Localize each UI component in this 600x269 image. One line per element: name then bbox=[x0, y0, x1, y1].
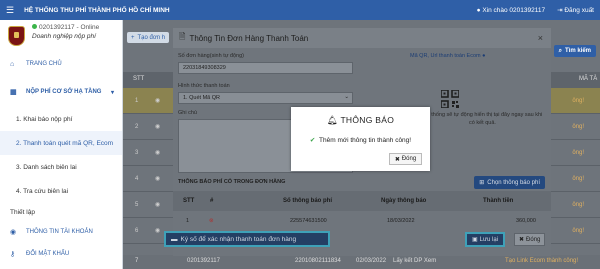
sidebar-item-qr-payment[interactable]: 2. Thanh toán quét mã QR, Ecom bbox=[0, 131, 122, 155]
column-header: Ngày thông báo bbox=[381, 198, 427, 204]
logout-label: Đăng xuất bbox=[564, 7, 594, 14]
section-settings: Thiết lập bbox=[10, 208, 35, 216]
eye-icon[interactable]: ◉ bbox=[155, 227, 160, 234]
table-row: 1 ⊗ 225574631500 18/03/2022 360,000 bbox=[186, 218, 536, 224]
sidebar-item-label: 4. Tra cứu biên lai bbox=[16, 187, 69, 195]
notification-dialog: 🔔︎ THÔNG BÁO ✔ Thêm mới thông tin thành … bbox=[291, 107, 430, 171]
choose-fee-button[interactable]: ⊞ Chọn thông báo phí bbox=[474, 176, 545, 189]
close-icon[interactable]: × bbox=[538, 33, 543, 43]
qr-code-icon bbox=[441, 90, 459, 108]
sidebar-item-change-password[interactable]: ⚷ ĐỔI MẬT KHẨU bbox=[0, 243, 122, 265]
sidebar-item-label: THÔNG TIN TÀI KHOẢN bbox=[26, 229, 93, 235]
column-header: # bbox=[210, 198, 214, 204]
column-header: Số thông báo phí bbox=[283, 198, 332, 204]
app-title: HỆ THỐNG THU PHÍ THÀNH PHỐ HỒ CHÍ MINH bbox=[24, 6, 170, 14]
order-no-field: 22031849308329 bbox=[178, 62, 353, 74]
dialog-close-button[interactable]: ✖ Đóng bbox=[389, 153, 422, 165]
sidebar-item-label: NỘP PHÍ CƠ SỞ HẠ TẦNG bbox=[26, 89, 102, 95]
sidebar: 0201392117 - Online Doanh nghiệp nộp phí… bbox=[0, 20, 123, 269]
save-button[interactable]: ▣ Lưu lại bbox=[465, 232, 506, 247]
column-header: STT bbox=[183, 198, 195, 204]
check-icon: ✔ bbox=[309, 137, 316, 144]
bell-icon: 🔔︎ bbox=[326, 115, 338, 125]
qr-url-link[interactable]: Mã QR, Url thanh toán Ecom ● bbox=[410, 53, 485, 59]
sidebar-item-home[interactable]: ⌂ TRANG CHỦ bbox=[0, 53, 122, 75]
user-id: 0201392117 - Online bbox=[39, 24, 100, 31]
delete-icon[interactable]: ⊗ bbox=[209, 218, 214, 224]
sign-confirm-button[interactable]: ▬ Ký số để xác nhận thanh toán đơn hàng bbox=[164, 231, 330, 247]
sidebar-item-label: 2. Thanh toán quét mã QR, Ecom bbox=[16, 139, 114, 147]
menu-icon[interactable]: ☰ bbox=[6, 5, 14, 16]
modal-header: 🗎 Thông Tin Đơn Hàng Thanh Toán bbox=[173, 28, 551, 48]
sidebar-item-label: 1. Khai báo nộp phí bbox=[16, 115, 73, 123]
sidebar-group-infrastructure-fee[interactable]: ▦ NỘP PHÍ CƠ SỞ HẠ TẦNG ▾ bbox=[0, 81, 122, 103]
sidebar-item-label: 3. Danh sách biên lai bbox=[16, 163, 77, 171]
sidebar-item-declare-fee[interactable]: 1. Khai báo nộp phí bbox=[0, 107, 122, 131]
key-icon: ⚷ bbox=[10, 251, 16, 258]
payment-method-select[interactable]: 1. Quét Mã QR ⌄ bbox=[178, 92, 353, 104]
card-icon: ▬ bbox=[171, 235, 178, 243]
chevron-down-icon: ▾ bbox=[110, 89, 114, 96]
close-button[interactable]: ✖ Đóng bbox=[514, 233, 546, 246]
eye-icon[interactable]: ◉ bbox=[155, 123, 160, 130]
close-icon: ✖ bbox=[394, 156, 400, 163]
column-header: MÃ TÀ bbox=[579, 76, 598, 82]
bank-icon: ▦ bbox=[10, 89, 17, 96]
chevron-down-icon: ⌄ bbox=[344, 94, 349, 100]
sidebar-item-receipt-list[interactable]: 3. Danh sách biên lai bbox=[0, 155, 122, 179]
sidebar-item-label: TRANG CHỦ bbox=[26, 61, 62, 67]
search-button[interactable]: ⌕ Tìm kiếm bbox=[553, 45, 596, 57]
sidebar-item-account[interactable]: ◉ THÔNG TIN TÀI KHOẢN bbox=[0, 221, 122, 243]
home-icon: ⌂ bbox=[10, 60, 15, 68]
logout-icon: ⇥ bbox=[557, 7, 563, 14]
user-org: Doanh nghiệp nộp phí bbox=[32, 33, 96, 40]
user-box: 0201392117 - Online Doanh nghiệp nộp phí bbox=[0, 20, 122, 50]
save-icon: ▣ bbox=[472, 237, 478, 243]
greeting-text: Xin chào 0201392117 bbox=[482, 6, 546, 14]
close-icon: ✖ bbox=[519, 237, 525, 243]
emblem-logo bbox=[8, 26, 25, 46]
top-bar: ☰ HỆ THỐNG THU PHÍ THÀNH PHỐ HỒ CHÍ MINH… bbox=[0, 0, 600, 20]
logout-link[interactable]: ⇥ Đăng xuất bbox=[557, 6, 594, 14]
info-icon: ● bbox=[482, 53, 486, 59]
payment-method-label: Hình thức thanh toán bbox=[178, 83, 230, 89]
plus-icon: ⊞ bbox=[479, 180, 485, 186]
document-icon: 🗎 bbox=[179, 32, 186, 41]
eye-icon[interactable]: ◉ bbox=[155, 201, 160, 208]
note-label: Ghi chú bbox=[178, 110, 197, 116]
modal-title: Thông Tin Đơn Hàng Thanh Toán bbox=[189, 33, 309, 43]
plus-icon: + bbox=[131, 34, 135, 41]
eye-icon[interactable]: ◉ bbox=[155, 97, 160, 104]
column-header: STT bbox=[133, 76, 145, 82]
dialog-message: Thêm mới thông tin thành công! bbox=[319, 137, 412, 144]
search-icon: ⌕ bbox=[558, 47, 562, 54]
eye-icon[interactable]: ◉ bbox=[155, 149, 160, 156]
fees-section-title: THÔNG BÁO PHÍ CÓ TRONG ĐƠN HÀNG bbox=[178, 179, 286, 185]
qr-placeholder-text: Hệ thống sẽ tự động hiển thị tại đây nga… bbox=[422, 112, 543, 126]
online-status-icon bbox=[32, 24, 37, 29]
user-icon: ● bbox=[476, 6, 481, 14]
sidebar-item-label: ĐỔI MẬT KHẨU bbox=[26, 251, 70, 257]
create-order-button[interactable]: + Tạo đơn h bbox=[127, 32, 170, 43]
greeting: ● Xin chào 0201392117 bbox=[477, 7, 546, 14]
column-header: Thành tiền bbox=[483, 198, 514, 204]
sidebar-item-receipt-lookup[interactable]: 4. Tra cứu biên lai bbox=[0, 179, 122, 203]
dialog-title: THÔNG BÁO bbox=[340, 115, 395, 125]
user-circle-icon: ◉ bbox=[10, 229, 17, 236]
order-no-label: Số đơn hàng(sinh tự động) bbox=[178, 53, 244, 59]
table-row[interactable]: 7 0201392117 22010802111834 02/03/2022 L… bbox=[123, 255, 600, 269]
fee-table-header: STT # Số thông báo phí Ngày thông báo Th… bbox=[173, 191, 551, 211]
eye-icon[interactable]: ◉ bbox=[155, 175, 160, 182]
